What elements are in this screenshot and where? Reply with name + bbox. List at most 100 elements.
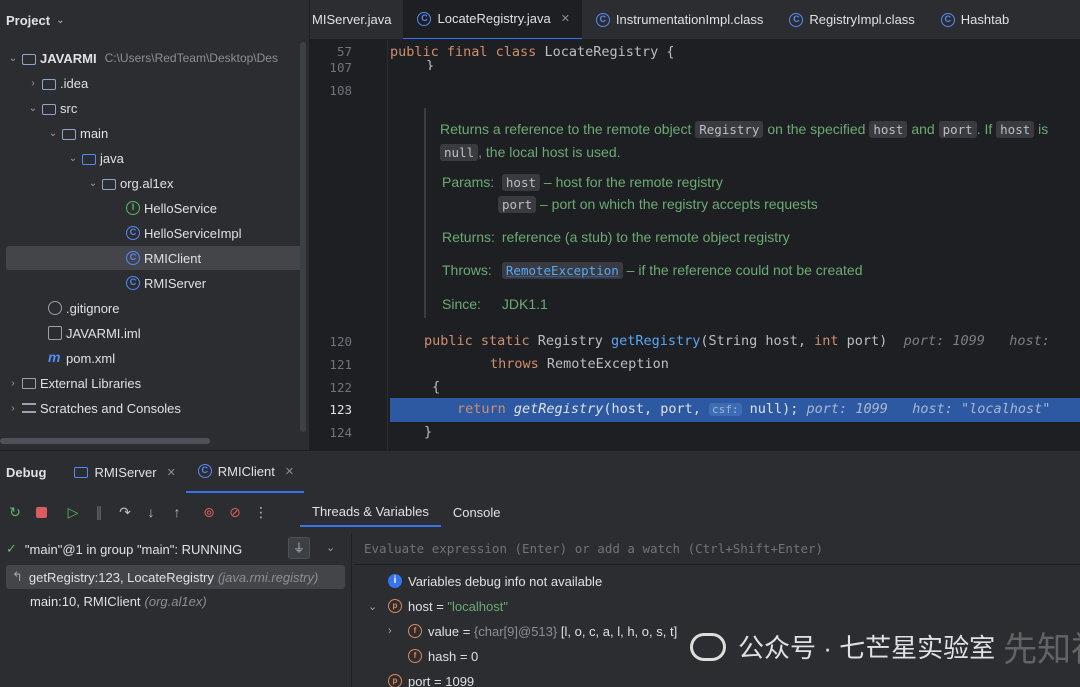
tree-item-label: HelloServiceImpl xyxy=(144,225,242,241)
code-line-122[interactable]: { xyxy=(432,379,1080,395)
class-icon: C xyxy=(126,226,140,240)
check-icon: ✓ xyxy=(6,541,17,556)
chevron-down-icon: ⌄ xyxy=(8,52,18,64)
code-text: { xyxy=(432,379,441,395)
debug-tab-label: RMIClient xyxy=(217,463,275,479)
debug-tab-rmiserver[interactable]: RMIServer ✕ xyxy=(64,451,185,493)
watermark-background-text: 先知社区 xyxy=(1003,631,1080,669)
horizontal-scrollbar[interactable] xyxy=(0,438,210,444)
code-text: null); xyxy=(741,401,799,417)
chevron-right-icon: › xyxy=(11,377,15,389)
doc-link[interactable]: RemoteException xyxy=(501,262,623,279)
more-options-icon[interactable]: ⋮ xyxy=(250,501,272,523)
tree-item-javarmi[interactable]: ⌄ JAVARMI C:\Users\RedTeam\Desktop\Des xyxy=(6,46,302,70)
vertical-scrollbar[interactable] xyxy=(300,42,306,432)
tab-console[interactable]: Console xyxy=(441,497,513,527)
stack-frame[interactable]: main:10, RMIClient (org.al1ex) xyxy=(0,589,351,613)
line-gutter[interactable]: 57 107 108 120 121 122 123 124 xyxy=(310,40,388,450)
step-over-icon[interactable]: ↷ xyxy=(114,501,136,523)
stop-icon[interactable] xyxy=(30,501,52,523)
step-out-icon[interactable]: ↑ xyxy=(166,501,188,523)
code-line-124[interactable]: } xyxy=(424,424,1080,440)
tree-item-external-libraries[interactable]: › External Libraries xyxy=(6,371,302,395)
tree-item-rmiclient[interactable]: C RMIClient xyxy=(6,246,302,270)
tab-rmiserver[interactable]: MIServer.java xyxy=(310,0,403,39)
chevron-right-icon: › xyxy=(11,402,15,414)
code-line-123[interactable]: return getRegistry(host, port, csf: null… xyxy=(457,401,1080,417)
chevron-down-icon[interactable]: ⌄ xyxy=(368,600,388,613)
module-folder-icon xyxy=(22,53,36,65)
code-line-121[interactable]: throws RemoteException xyxy=(490,356,1080,372)
package-icon xyxy=(102,178,116,190)
tree-item-gitignore[interactable]: .gitignore xyxy=(46,296,342,320)
runnable-class-icon: C xyxy=(197,464,212,478)
tree-item-label: External Libraries xyxy=(40,375,142,391)
code-text: port) xyxy=(838,333,888,349)
tab-label: RegistryImpl.class xyxy=(809,12,915,27)
tab-threads-variables[interactable]: Threads & Variables xyxy=(300,497,441,527)
tree-item-scratches[interactable]: › Scratches and Consoles xyxy=(6,396,302,420)
field-icon: f xyxy=(408,649,422,663)
monitor-icon xyxy=(74,466,89,478)
variable-hash[interactable]: f hash = 0 xyxy=(408,644,478,668)
tab-locateregistry[interactable]: C LocateRegistry.java ✕ xyxy=(403,0,582,39)
step-into-icon[interactable]: ↓ xyxy=(140,501,162,523)
tree-item-iml[interactable]: JAVARMI.iml xyxy=(46,321,342,345)
debug-tab-rmiclient[interactable]: C RMIClient ✕ xyxy=(185,451,305,493)
doc-code: host xyxy=(996,121,1035,138)
watermark-text: 公众号 · 七芒星实验室 xyxy=(738,633,996,663)
tab-instrumentationimpl[interactable]: C InstrumentationImpl.class xyxy=(582,0,775,39)
stack-frame[interactable]: ↰ getRegistry:123, LocateRegistry (java.… xyxy=(6,565,345,589)
debug-tab-label: RMIServer xyxy=(94,464,157,480)
tree-item-label: RMIClient xyxy=(144,250,202,266)
source-folder-icon xyxy=(82,153,96,165)
tab-hashtable[interactable]: C Hashtab xyxy=(927,0,1021,39)
tab-label: MIServer.java xyxy=(312,12,392,27)
line-number: 108 xyxy=(329,83,352,98)
tree-item-label: .gitignore xyxy=(66,300,120,316)
tree-item-src[interactable]: ⌄ src xyxy=(26,96,322,120)
pause-icon[interactable]: ∥ xyxy=(88,501,110,523)
code-editor: MIServer.java C LocateRegistry.java ✕ C … xyxy=(310,0,1080,450)
tree-item-pom[interactable]: m pom.xml xyxy=(46,346,342,370)
code-line-120[interactable]: public static Registry getRegistry(Strin… xyxy=(424,333,1080,349)
rerun-icon[interactable]: ↻ xyxy=(4,501,26,523)
info-text: Variables debug info not available xyxy=(408,573,603,589)
close-icon[interactable]: ✕ xyxy=(167,466,176,479)
variable-value: 1099 xyxy=(445,673,475,687)
code-line-107[interactable]: } xyxy=(426,58,1080,70)
variable-host[interactable]: ⌄ p host = "localhost" xyxy=(368,594,508,618)
tree-item-label: org.al1ex xyxy=(120,175,174,191)
variable-value: [l, o, c, a, l, h, o, s, t] xyxy=(560,623,678,639)
javadoc-render: Returns a reference to the remote object… xyxy=(424,108,1080,318)
tab-registryimpl[interactable]: C RegistryImpl.class xyxy=(775,0,926,39)
filter-icon[interactable]: ⏚ xyxy=(288,537,310,559)
view-breakpoints-icon[interactable]: ⊚ xyxy=(198,501,220,523)
libraries-icon xyxy=(22,377,36,389)
doc-throws: Throws: RemoteException – if the referen… xyxy=(442,262,863,279)
project-title: Project xyxy=(6,12,51,28)
chevron-down-icon[interactable]: ⌄ xyxy=(326,541,335,554)
line-number: 57 xyxy=(336,44,352,59)
code-text: RemoteException xyxy=(538,356,669,372)
variable-port[interactable]: p port = 1099 xyxy=(388,669,474,687)
tree-item-label: pom.xml xyxy=(66,350,116,366)
tree-item-main[interactable]: ⌄ main xyxy=(46,121,342,145)
doc-code: port xyxy=(498,196,537,213)
tree-item-idea[interactable]: › .idea xyxy=(26,71,322,95)
doc-text: and xyxy=(911,121,935,137)
resume-icon[interactable]: ▷ xyxy=(62,501,84,523)
chevron-right-icon[interactable]: › xyxy=(388,625,408,637)
variable-name: port xyxy=(408,673,431,687)
project-panel-header[interactable]: Project ⌄ xyxy=(0,0,309,40)
parameter-icon: p xyxy=(388,674,402,687)
tab-label: LocateRegistry.java xyxy=(437,11,551,26)
thread-selector[interactable]: ✓ "main"@1 in group "main": RUNNING ⏚ ⌄ xyxy=(0,533,351,565)
close-icon[interactable]: ✕ xyxy=(561,12,570,25)
code-text: } xyxy=(424,424,433,440)
variable-value-field[interactable]: › f value = {char[9]@513} [l, o, c, a, l… xyxy=(388,619,677,643)
mute-breakpoints-icon[interactable]: ⊘ xyxy=(224,501,246,523)
class-icon: C xyxy=(789,12,804,27)
evaluate-expression-input[interactable]: Evaluate expression (Enter) or add a wat… xyxy=(354,533,1080,565)
close-icon[interactable]: ✕ xyxy=(285,465,294,478)
